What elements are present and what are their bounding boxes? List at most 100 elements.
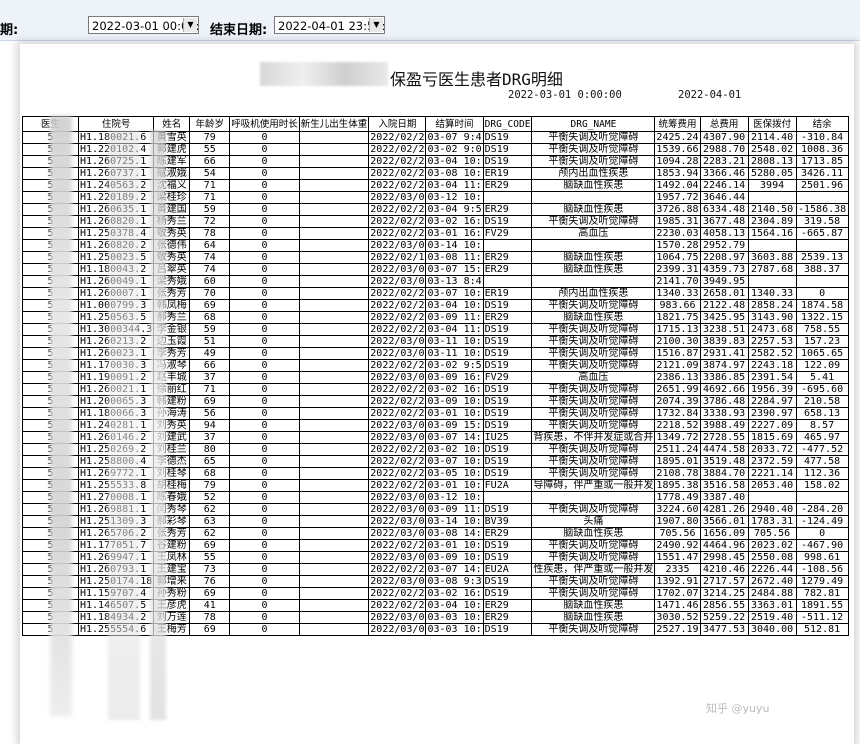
table-cell: 0 bbox=[229, 335, 300, 348]
table-cell: 03-11 10: bbox=[425, 335, 484, 348]
table-cell: DS19 bbox=[482, 419, 533, 432]
start-date-label: 期: bbox=[0, 23, 19, 38]
table-cell: 3566.01 bbox=[699, 515, 749, 528]
table-cell bbox=[298, 623, 370, 636]
table-cell: 3425.95 bbox=[699, 311, 749, 324]
table-cell: 平衡失调及听觉障碍 bbox=[531, 131, 656, 144]
table-cell: 3224.60 bbox=[654, 503, 701, 516]
chevron-down-icon[interactable]: ▼ bbox=[183, 18, 197, 32]
table-cell: DS19 bbox=[482, 143, 533, 156]
table-row: 5H1.260725.1陈建军6602022/02/203-04 10:DS19… bbox=[22, 155, 849, 168]
table-cell: 2022/03/0 bbox=[368, 623, 427, 636]
table-row: 5H1.000799.3韩凤梅6902022/02/203-04 10:DS19… bbox=[22, 299, 849, 312]
table-cell: 1783.31 bbox=[747, 515, 797, 528]
table-cell: ER29 bbox=[482, 311, 533, 324]
table-cell: 0 bbox=[795, 527, 849, 540]
table-cell bbox=[298, 491, 370, 504]
table-cell bbox=[298, 539, 370, 552]
table-cell: 69 bbox=[189, 539, 231, 552]
table-cell bbox=[298, 215, 370, 228]
table-cell: 2221.14 bbox=[747, 467, 797, 480]
table-cell bbox=[298, 323, 370, 336]
table-cell: 2022/03/0 bbox=[368, 575, 427, 588]
table-cell: 03-04 10: bbox=[425, 155, 484, 168]
table-cell: 1815.69 bbox=[747, 431, 797, 444]
column-header: 统筹费用 bbox=[654, 116, 701, 132]
table-cell: 03-09 11: bbox=[425, 311, 484, 324]
table-cell: 03-07 10: bbox=[425, 287, 484, 300]
table-cell: 03-12 10: bbox=[425, 491, 484, 504]
table-cell: 0 bbox=[229, 491, 300, 504]
table-cell: 1551.47 bbox=[654, 551, 701, 564]
table-cell: 03-09 10: bbox=[425, 395, 484, 408]
table-cell: -284.20 bbox=[795, 503, 849, 516]
table-cell: 4474.58 bbox=[699, 443, 749, 456]
table-cell: 62 bbox=[189, 527, 231, 540]
table-cell: 2243.18 bbox=[747, 359, 797, 372]
table-cell: DS19 bbox=[482, 467, 533, 480]
table-cell: 平衡失调及听觉障碍 bbox=[531, 335, 656, 348]
table-cell: 0 bbox=[229, 263, 300, 276]
table-cell: 2022/02/2 bbox=[368, 455, 427, 468]
table-cell: 平衡失调及听觉障碍 bbox=[531, 587, 656, 600]
table-cell bbox=[482, 491, 533, 504]
table-cell bbox=[298, 419, 370, 432]
table-cell: 平衡失调及听觉障碍 bbox=[531, 503, 656, 516]
table-cell: DS19 bbox=[482, 155, 533, 168]
table-cell bbox=[747, 239, 797, 252]
table-cell bbox=[298, 611, 370, 624]
table-cell: 2022/03/0 bbox=[368, 263, 427, 276]
table-cell: 78 bbox=[189, 227, 231, 240]
table-cell: 983.66 bbox=[654, 299, 701, 312]
table-cell bbox=[531, 191, 656, 204]
table-cell: -124.49 bbox=[795, 515, 849, 528]
table-cell: -1586.38 bbox=[795, 203, 849, 216]
table-row: 5H1.255554.6王梅芳6902022/03/003-03 10:DS19… bbox=[22, 623, 849, 636]
table-cell: 66 bbox=[189, 155, 231, 168]
table-cell bbox=[298, 467, 370, 480]
table-cell: 03-08 14: bbox=[425, 527, 484, 540]
table-cell: 1778.49 bbox=[654, 491, 701, 504]
table-cell: 0 bbox=[229, 299, 300, 312]
table-cell bbox=[298, 263, 370, 276]
table-cell: 3839.83 bbox=[699, 335, 749, 348]
report-end-date: 2022-04-01 bbox=[678, 89, 742, 101]
table-cell: DS19 bbox=[482, 359, 533, 372]
redacted-doctor-column bbox=[50, 116, 72, 716]
table-cell: 3030.52 bbox=[654, 611, 701, 624]
table-cell: 2022/02/2 bbox=[368, 131, 427, 144]
drg-detail-table: 医生住院号姓名年龄岁呼吸机使用时长新生儿出生体重入院日期结算时间DRG_CODE… bbox=[22, 116, 849, 636]
table-cell: 998.61 bbox=[795, 551, 849, 564]
table-cell: 03-04 10: bbox=[425, 599, 484, 612]
table-row: 5H1.240281.1刘秀英9402022/03/003-09 15:DS19… bbox=[22, 419, 849, 432]
table-cell: 3426.11 bbox=[795, 167, 849, 180]
start-date-select[interactable]: 2022-03-01 00:00: ▼ bbox=[88, 16, 199, 34]
table-cell: 3603.88 bbox=[747, 251, 797, 264]
table-cell bbox=[795, 491, 849, 504]
table-cell: 3214.25 bbox=[699, 587, 749, 600]
table-cell: 74 bbox=[189, 263, 231, 276]
table-cell: 3726.88 bbox=[654, 203, 701, 216]
table-cell: 2022/02/2 bbox=[368, 179, 427, 192]
table-cell: 0 bbox=[229, 431, 300, 444]
table-cell: 背疾患，不伴并发症或合并 bbox=[531, 431, 656, 444]
table-cell bbox=[298, 287, 370, 300]
table-cell: ER29 bbox=[482, 611, 533, 624]
table-cell: 脑缺血性疾患 bbox=[531, 203, 656, 216]
table-cell: 0 bbox=[229, 323, 300, 336]
table-cell: DS19 bbox=[482, 539, 533, 552]
table-row: 5H1.240563.2沈福义7102022/02/203-04 11:ER29… bbox=[22, 179, 849, 192]
table-row: 5H1.260021.1徐丽红7102022/02/203-02 16:DS19… bbox=[22, 383, 849, 396]
table-cell: 平衡失调及听觉障碍 bbox=[531, 419, 656, 432]
table-row: 5H1.260146.2刘建武3702022/03/003-07 14:IU25… bbox=[22, 431, 849, 444]
chevron-down-icon[interactable]: ▼ bbox=[369, 18, 383, 32]
table-row: 5H1.258800.4李德杰6502022/02/203-07 10:DS19… bbox=[22, 455, 849, 468]
table-cell: 1853.94 bbox=[654, 167, 701, 180]
table-cell: 03-08 10: bbox=[425, 167, 484, 180]
table-cell: 0 bbox=[229, 575, 300, 588]
end-date-select[interactable]: 2022-04-01 23:59: ▼ bbox=[274, 16, 385, 34]
table-cell: 2022/02/2 bbox=[368, 467, 427, 480]
table-cell: 69 bbox=[189, 395, 231, 408]
table-cell: 03-04 10: bbox=[425, 299, 484, 312]
table-cell: 2022/02/2 bbox=[368, 407, 427, 420]
